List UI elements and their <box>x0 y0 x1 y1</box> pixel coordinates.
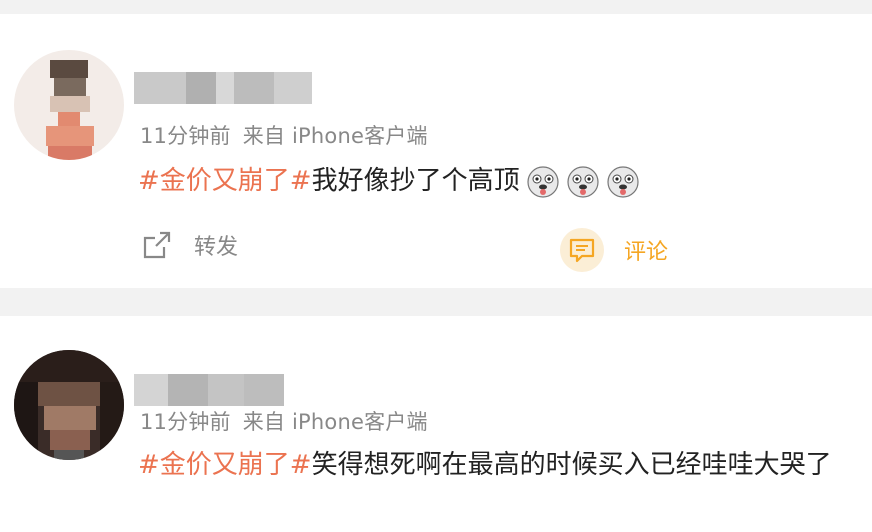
post-content: #金价又崩了#笑得想死啊在最高的时候买入已经哇哇大哭了 <box>138 444 832 481</box>
weibo-post-card: 11分钟前 来自 iPhone客户端 #金价又崩了#笑得想死啊在最高的时候买入已经… <box>0 316 872 532</box>
post-time[interactable]: 11分钟前 <box>140 124 231 148</box>
hashtag-link[interactable]: #金价又崩了# <box>138 450 312 480</box>
post-meta: 11分钟前 来自 iPhone客户端 <box>140 120 440 150</box>
post-text: 笑得想死啊在最高的时候买入已经哇哇大哭了 <box>311 450 832 480</box>
post-source: 来自 iPhone客户端 <box>242 124 428 148</box>
doge-icon <box>526 165 559 198</box>
username-blurred[interactable] <box>134 374 284 406</box>
post-source: 来自 iPhone客户端 <box>242 410 428 434</box>
username-blurred[interactable] <box>134 72 312 104</box>
comment-button[interactable]: 评论 <box>560 228 668 272</box>
repost-label: 转发 <box>194 235 239 260</box>
doge-icon <box>606 165 639 198</box>
post-content: #金价又崩了#我好像抄了个高顶 <box>138 160 640 199</box>
avatar[interactable] <box>14 350 124 460</box>
doge-icon <box>566 165 599 198</box>
hashtag-link[interactable]: #金价又崩了# <box>138 166 312 196</box>
avatar[interactable] <box>14 50 124 160</box>
comment-icon <box>569 238 595 263</box>
post-meta: 11分钟前 来自 iPhone客户端 <box>140 406 440 436</box>
repost-button[interactable]: 转发 <box>140 228 238 262</box>
weibo-post-card: 11分钟前 来自 iPhone客户端 #金价又崩了#我好像抄了个高顶 转发 评论 <box>0 14 872 288</box>
post-text: 我好像抄了个高顶 <box>311 166 520 196</box>
post-time[interactable]: 11分钟前 <box>140 410 231 434</box>
comment-label: 评论 <box>624 240 669 265</box>
repost-icon <box>143 231 171 259</box>
